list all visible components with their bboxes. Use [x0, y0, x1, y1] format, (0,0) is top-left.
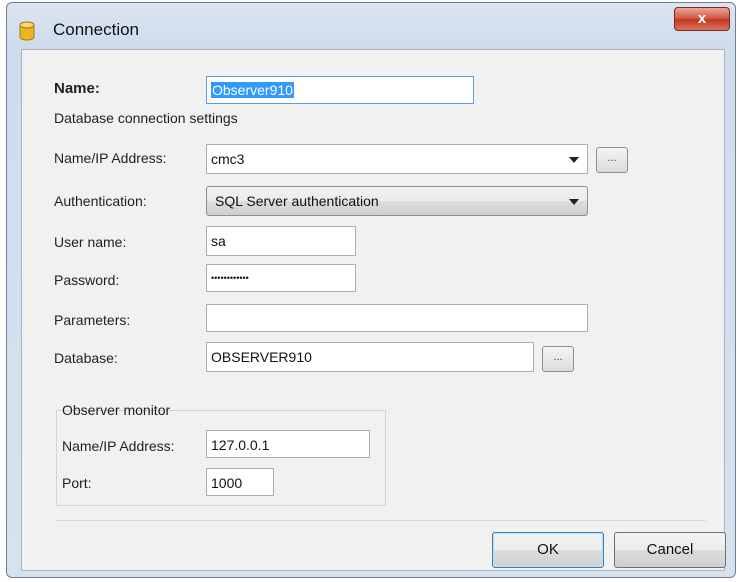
user-label: User name: — [54, 234, 127, 250]
divider — [56, 520, 706, 521]
auth-value: SQL Server authentication — [215, 193, 379, 209]
name-field[interactable]: Observer910 — [206, 76, 474, 104]
connection-dialog: Connection x Name: Observer910 Database … — [6, 2, 736, 578]
name-value: Observer910 — [211, 82, 294, 98]
auth-label: Authentication: — [54, 193, 147, 209]
address-combobox[interactable]: cmc3 — [206, 144, 588, 174]
monitor-group-label: Observer monitor — [62, 402, 171, 418]
database-field[interactable]: OBSERVER910 — [206, 342, 534, 372]
chevron-down-icon[interactable] — [569, 157, 579, 163]
browse-database-button[interactable]: ... — [542, 346, 574, 372]
title-bar[interactable]: Connection x — [7, 3, 735, 51]
password-label: Password: — [54, 272, 120, 288]
database-icon — [19, 21, 35, 41]
monitor-address-label: Name/IP Address: — [62, 438, 175, 454]
auth-dropdown[interactable]: SQL Server authentication — [206, 186, 588, 216]
name-label: Name: — [54, 80, 100, 97]
port-field[interactable]: 1000 — [206, 468, 274, 496]
address-label: Name/IP Address: — [54, 150, 167, 166]
window-title: Connection — [53, 20, 140, 39]
address-value: cmc3 — [211, 151, 245, 167]
chevron-down-icon[interactable] — [569, 199, 579, 205]
browse-server-button[interactable]: ... — [596, 147, 628, 173]
ok-button[interactable]: OK — [492, 532, 604, 568]
close-button[interactable]: x — [674, 7, 730, 31]
cancel-button[interactable]: Cancel — [614, 532, 726, 568]
monitor-address-field[interactable]: 127.0.0.1 — [206, 430, 370, 458]
db-settings-label: Database connection settings — [54, 110, 238, 126]
parameters-label: Parameters: — [54, 312, 131, 328]
database-label: Database: — [54, 350, 118, 366]
parameters-field[interactable] — [206, 304, 588, 332]
password-field[interactable]: •••••••••••• — [206, 264, 356, 292]
user-name-field[interactable]: sa — [206, 226, 356, 256]
dialog-client-area: Name: Observer910 Database connection se… — [21, 49, 726, 571]
port-label: Port: — [62, 475, 92, 491]
